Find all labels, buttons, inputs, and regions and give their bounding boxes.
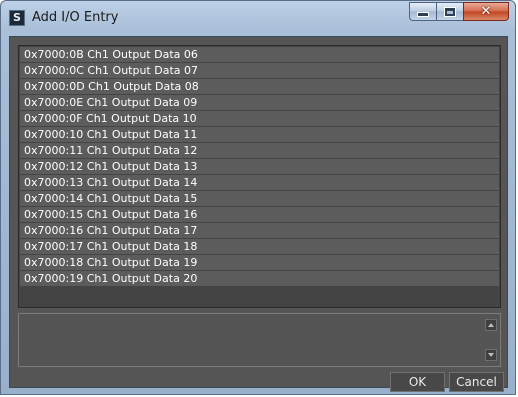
io-entry-list[interactable]: 0x7000:0B Ch1 Output Data 06 0x7000:0C Ch… <box>18 45 501 308</box>
list-item[interactable]: 0x7000:18 Ch1 Output Data 19 <box>20 255 499 270</box>
maximize-button[interactable] <box>436 2 463 21</box>
close-button[interactable]: ✕ <box>463 2 509 21</box>
close-icon: ✕ <box>480 4 492 19</box>
list-item[interactable]: 0x7000:0F Ch1 Output Data 10 <box>20 111 499 126</box>
list-item[interactable]: 0x7000:10 Ch1 Output Data 11 <box>20 127 499 142</box>
title-bar[interactable]: S Add I/O Entry ✕ <box>1 1 515 34</box>
list-item[interactable]: 0x7000:11 Ch1 Output Data 12 <box>20 143 499 158</box>
minimize-icon <box>417 12 429 17</box>
list-item[interactable]: 0x7000:15 Ch1 Output Data 16 <box>20 207 499 222</box>
list-item[interactable]: 0x7000:0B Ch1 Output Data 06 <box>20 47 499 62</box>
list-item[interactable]: 0x7000:17 Ch1 Output Data 18 <box>20 239 499 254</box>
list-item[interactable]: 0x7000:14 Ch1 Output Data 15 <box>20 191 499 206</box>
ok-button[interactable]: OK <box>390 372 445 392</box>
maximize-icon <box>444 6 456 17</box>
description-box <box>18 313 501 367</box>
list-item[interactable]: 0x7000:13 Ch1 Output Data 14 <box>20 175 499 190</box>
app-icon: S <box>9 10 25 26</box>
cancel-button[interactable]: Cancel <box>449 372 504 392</box>
list-item[interactable]: 0x7000:19 Ch1 Output Data 20 <box>20 271 499 286</box>
window-title: Add I/O Entry <box>32 10 119 25</box>
list-item[interactable]: 0x7000:0C Ch1 Output Data 07 <box>20 63 499 78</box>
minimize-button[interactable] <box>409 2 436 21</box>
add-io-entry-dialog: S Add I/O Entry ✕ 0x7000:0B Ch1 Output D… <box>0 0 516 395</box>
list-item[interactable]: 0x7000:12 Ch1 Output Data 13 <box>20 159 499 174</box>
window-controls: ✕ <box>409 2 509 22</box>
dialog-body: 0x7000:0B Ch1 Output Data 06 0x7000:0C Ch… <box>9 36 508 392</box>
list-item[interactable]: 0x7000:16 Ch1 Output Data 17 <box>20 223 499 238</box>
scroll-down-button[interactable] <box>485 349 497 361</box>
list-item[interactable]: 0x7000:0E Ch1 Output Data 09 <box>20 95 499 110</box>
scroll-up-button[interactable] <box>485 319 497 331</box>
chevron-up-icon <box>488 323 494 327</box>
list-item[interactable]: 0x7000:0D Ch1 Output Data 08 <box>20 79 499 94</box>
chevron-down-icon <box>488 353 494 357</box>
